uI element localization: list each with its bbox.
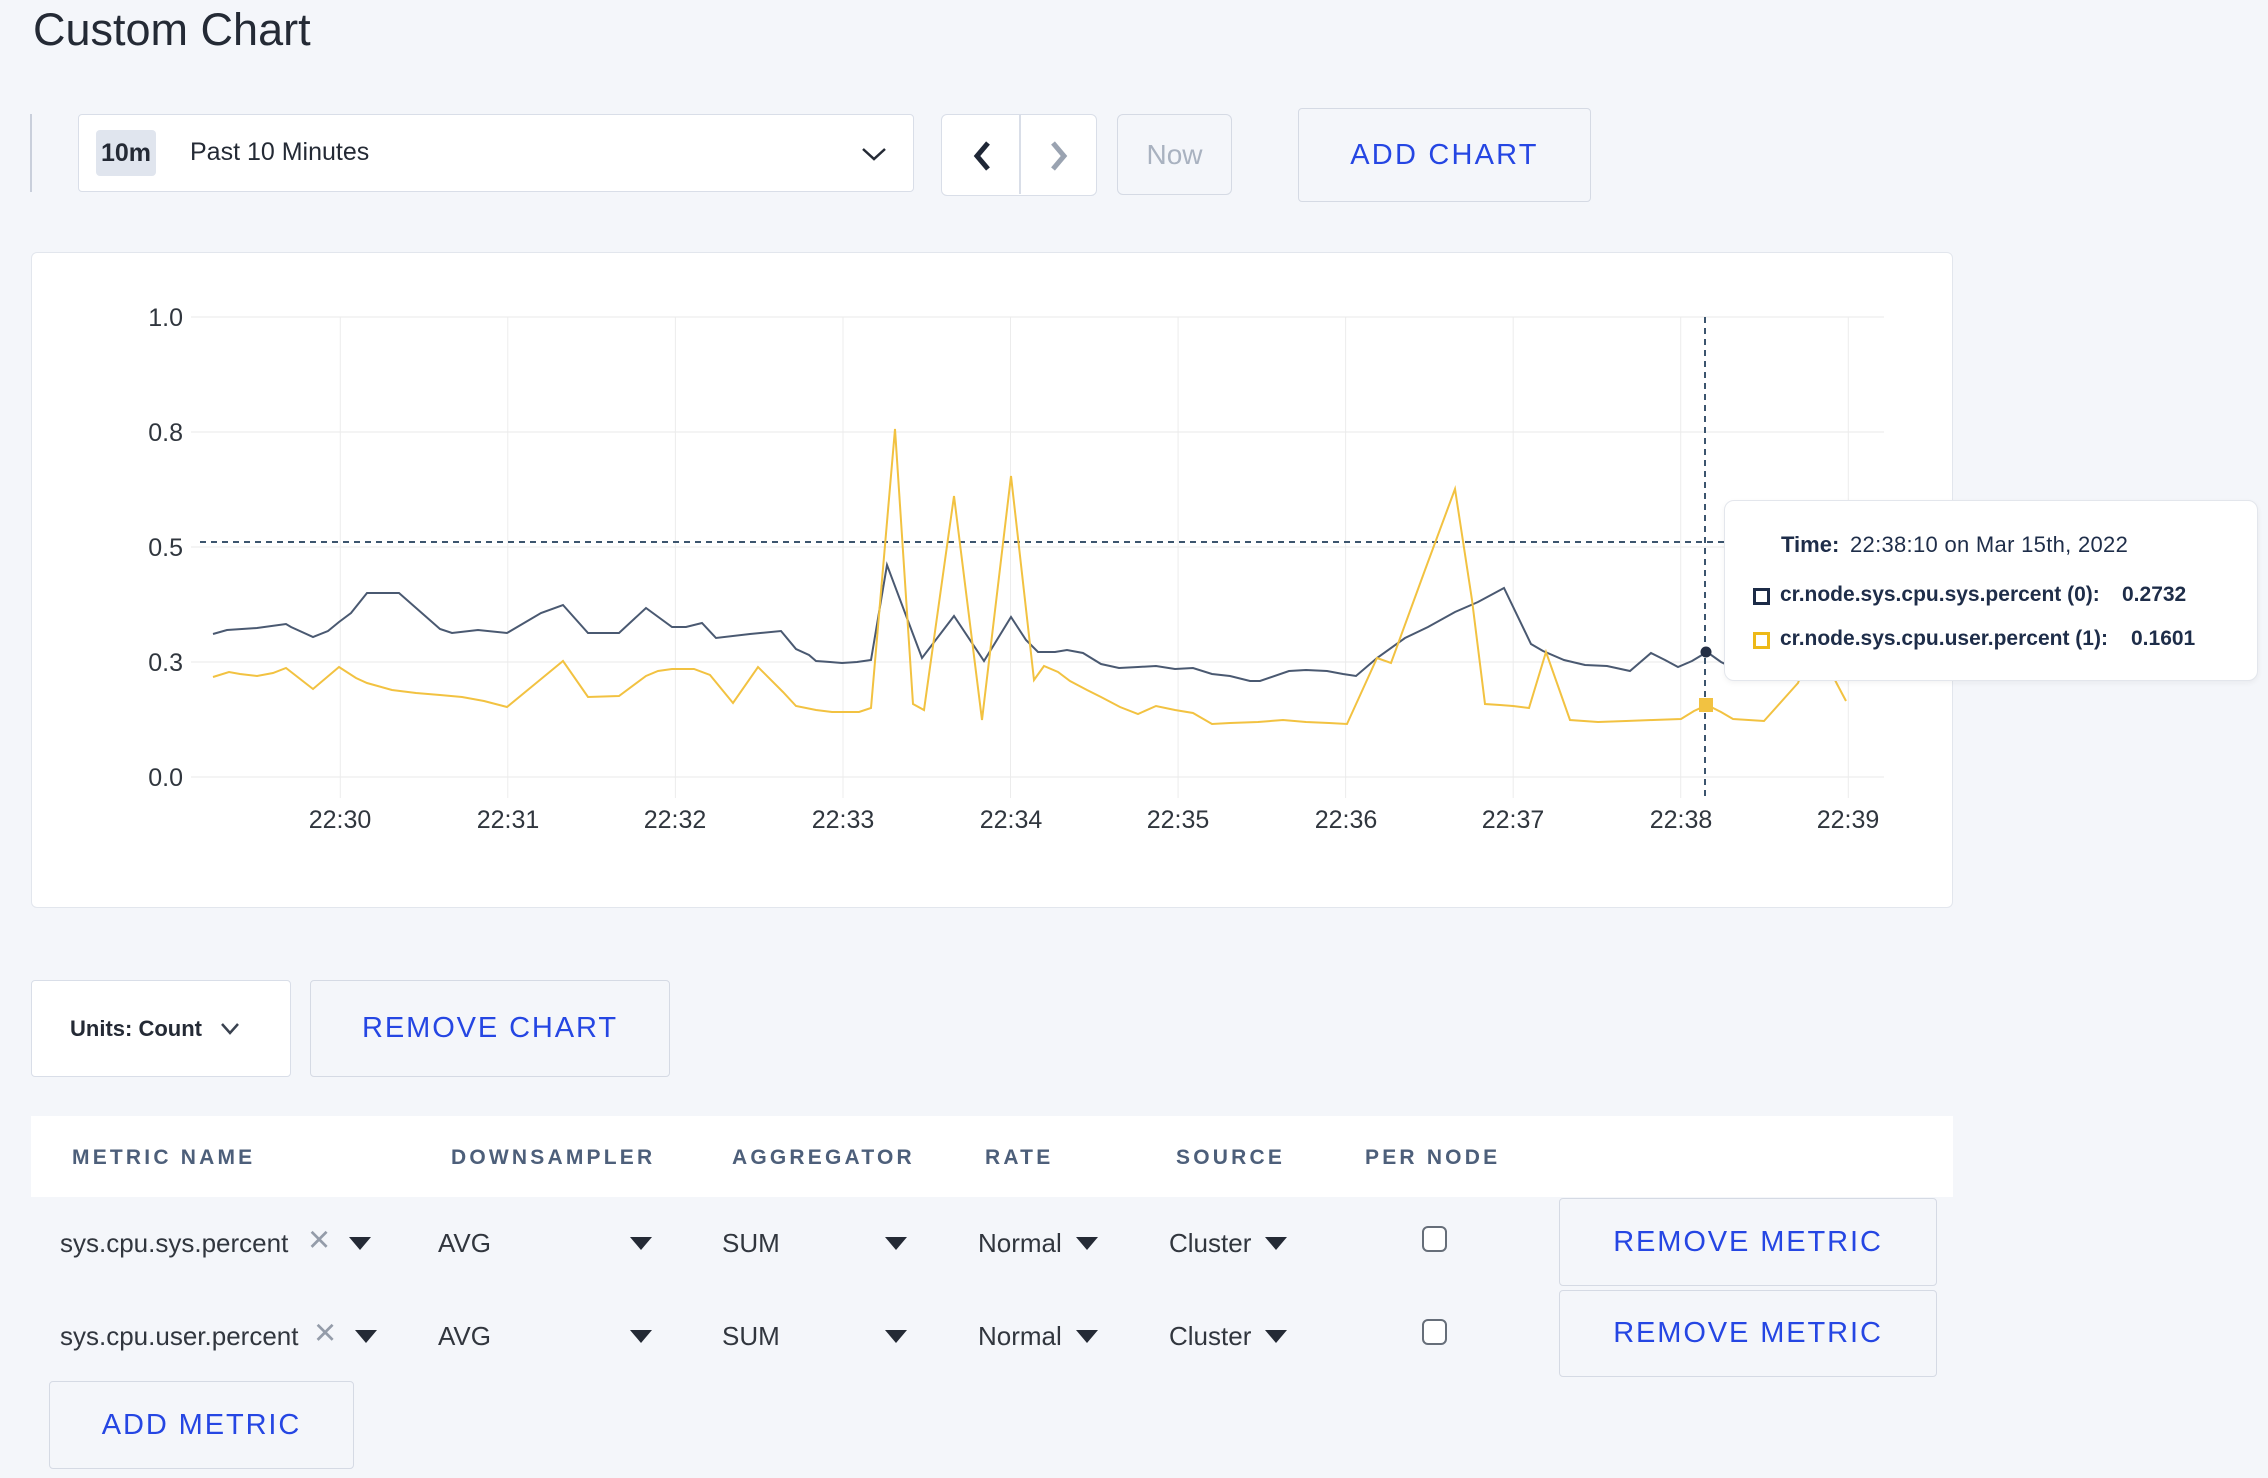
svg-text:0.3: 0.3 (148, 649, 183, 677)
svg-text:22:39: 22:39 (1817, 806, 1880, 834)
svg-text:22:38: 22:38 (1650, 806, 1713, 834)
svg-text:22:31: 22:31 (477, 806, 540, 834)
svg-text:22:37: 22:37 (1482, 806, 1545, 834)
svg-text:22:30: 22:30 (309, 806, 372, 834)
svg-text:0.5: 0.5 (148, 534, 183, 562)
svg-text:1.0: 1.0 (148, 304, 183, 332)
svg-text:22:35: 22:35 (1147, 806, 1210, 834)
svg-text:22:32: 22:32 (644, 806, 707, 834)
svg-text:22:34: 22:34 (980, 806, 1043, 834)
svg-text:0.0: 0.0 (148, 764, 183, 792)
svg-text:22:33: 22:33 (812, 806, 875, 834)
svg-text:22:36: 22:36 (1315, 806, 1378, 834)
svg-text:0.8: 0.8 (148, 419, 183, 447)
